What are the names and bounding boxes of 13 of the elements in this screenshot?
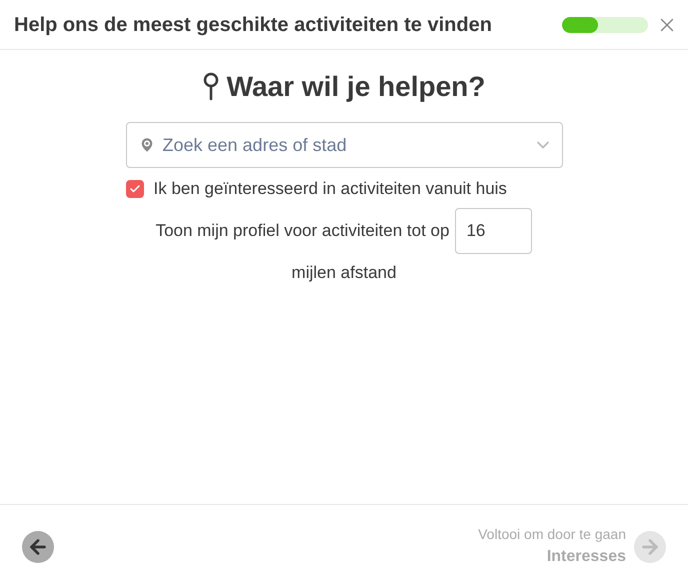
section-heading: Waar wil je helpen? [226, 70, 486, 104]
checkmark-icon [128, 182, 140, 195]
key-icon [202, 72, 219, 102]
distance-label: Toon mijn profiel voor activiteiten tot op [156, 220, 450, 242]
dialog-title: Help ons de meest geschikte activiteiten te vinden [14, 12, 493, 38]
distance-unit-label: mijlen afstand [292, 262, 396, 284]
continue-hint: Voltooi om door te gaan [478, 525, 626, 544]
checkbox-label: Ik ben geïnteresseerd in activiteiten vanuit huis [154, 178, 507, 200]
next-step-label: Interesses [546, 547, 626, 567]
back-button[interactable] [22, 530, 54, 562]
checkbox[interactable] [126, 180, 144, 198]
distance-field[interactable]: 16 [455, 208, 532, 254]
location-search-field[interactable]: Zoek een adres of stad [126, 122, 562, 168]
